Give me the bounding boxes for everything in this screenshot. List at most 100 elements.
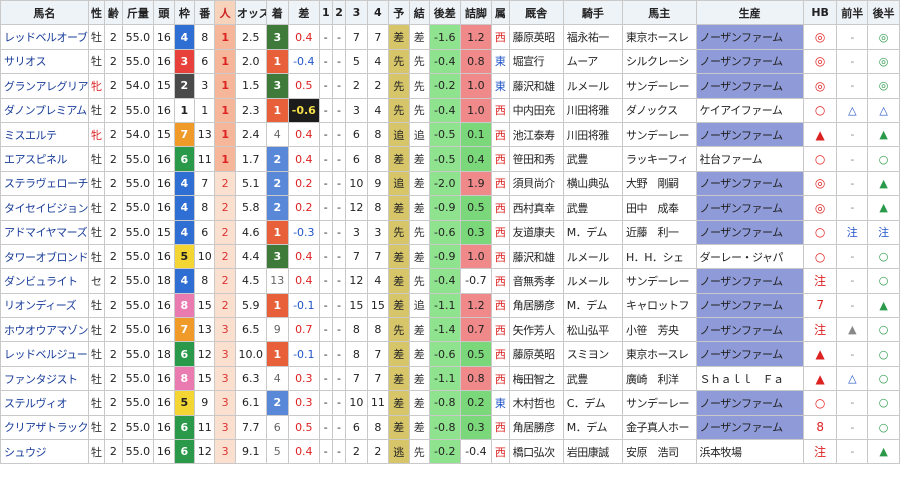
- header-field-size[interactable]: 頭: [153, 0, 175, 26]
- cell-pred-style: 差: [388, 24, 410, 50]
- header-breeder[interactable]: 生産: [695, 0, 804, 26]
- cell-pos3: 10: [345, 390, 368, 416]
- cell-horse-name[interactable]: リオンディーズ: [0, 292, 89, 319]
- header-jockey[interactable]: 騎手: [562, 0, 623, 26]
- header-horse-name[interactable]: 馬名: [0, 0, 89, 26]
- cell-first-half: -: [836, 439, 869, 465]
- cell-diff: -0.1: [288, 341, 320, 367]
- cell-odds: 2.0: [234, 48, 267, 75]
- cell-pos1: -: [318, 341, 333, 367]
- table-row[interactable]: ステラヴェローチェ牡255.0164725.120.2--109追差-2.01.…: [0, 170, 900, 197]
- cell-owner: ダノックス: [621, 97, 697, 123]
- cell-odds: 4.4: [234, 243, 267, 270]
- table-row[interactable]: タワーオブロンドン牡255.01651024.430.4--77差差-0.91.…: [0, 243, 900, 270]
- header-diff[interactable]: 差: [288, 0, 320, 26]
- cell-age: 2: [104, 48, 123, 75]
- header-pos3[interactable]: 3: [345, 0, 368, 26]
- header-finish[interactable]: 着: [265, 0, 290, 26]
- header-hb[interactable]: HB: [802, 0, 838, 26]
- cell-breeder: ノーザンファーム: [695, 73, 804, 99]
- header-pos2[interactable]: 2: [331, 0, 347, 26]
- header-result-style[interactable]: 結: [408, 0, 430, 26]
- table-row[interactable]: レッドベルジュール牡255.018612310.01-0.1--87差差-0.6…: [0, 341, 900, 367]
- cell-pos3: 8: [345, 341, 368, 367]
- table-row[interactable]: アドマイヤマーズ牡 2 55.0 15 4 6 2 4.6 1 -0.3- -3 3 先先 -0.6 0.3…: [0, 219, 900, 245]
- header-weight[interactable]: 斤量: [121, 0, 155, 26]
- table-row[interactable]: レッドベルオーブ牡 2 55.0 16 4 8 1 2.5 3 0.4- -7 7 差差 -1.6 1.2 西…: [0, 24, 900, 50]
- header-closing-speed[interactable]: 詰脚: [459, 0, 493, 26]
- table-row[interactable]: エアスピネル牡 2 55.0 16 6 11 1 1.7 2 0.4- -6 8 差差 -0.5 0.4 西笹…: [0, 146, 900, 172]
- cell-horse-name[interactable]: ダノンプレミアム: [0, 97, 89, 123]
- table-row[interactable]: ミスエルテ牝 2 54.0 15 7 13 1 2.4 4 0.4- -6 8 追追 -0.5 0.1 西池江…: [0, 121, 900, 148]
- cell-closing-speed: 0.5: [459, 341, 493, 367]
- cell-horse-name[interactable]: クリアザトラック: [0, 414, 89, 441]
- cell-breeder: ケイアイファーム: [695, 97, 804, 123]
- cell-horse-name[interactable]: ステラヴェローチェ: [0, 170, 89, 197]
- cell-diff: -0.6: [288, 97, 320, 123]
- cell-second-half: ○: [867, 268, 900, 294]
- header-waku[interactable]: 枠: [173, 0, 196, 26]
- cell-jockey: M．デム: [562, 219, 623, 245]
- cell-pos2: -: [331, 439, 347, 465]
- cell-horse-name[interactable]: エアスピネル: [0, 146, 89, 172]
- cell-horse-name[interactable]: ホウオウアマゾン: [0, 317, 89, 343]
- table-row[interactable]: タイセイビジョン牡 2 55.0 16 4 8 2 5.8 2 0.2- -12 8 差差 -0.9 0.5…: [0, 195, 900, 221]
- cell-horse-name[interactable]: ダンビュライト: [0, 268, 89, 294]
- header-odds[interactable]: オッズ: [234, 0, 267, 26]
- header-region[interactable]: 属: [491, 0, 510, 26]
- cell-horse-name[interactable]: レッドベルオーブ: [0, 24, 89, 50]
- header-number[interactable]: 番: [194, 0, 216, 26]
- table-row[interactable]: サリオス牡 2 55.0 16 3 6 1 2.0 1 -0.4- -5 4 先先 -0.4 0.8 東堀宣行…: [0, 48, 900, 75]
- header-pred-style[interactable]: 予: [388, 0, 410, 26]
- header-late-diff[interactable]: 後差: [428, 0, 461, 26]
- cell-stable: 矢作芳人: [508, 317, 564, 343]
- cell-age: 2: [104, 365, 123, 392]
- cell-horse-name[interactable]: サリオス: [0, 48, 89, 75]
- table-row[interactable]: シュウジ牡 2 55.0 16 6 12 3 9.1 5 0.4- -2 2 逃先 -0.2 -0.4 西橋口…: [0, 439, 900, 465]
- cell-result-style: 差: [408, 170, 430, 197]
- header-second-half[interactable]: 後半: [867, 0, 900, 26]
- cell-horse-name[interactable]: タイセイビジョン: [0, 195, 89, 221]
- cell-sex: 牝: [87, 121, 106, 148]
- cell-finish: 1: [265, 219, 290, 245]
- header-pos4[interactable]: 4: [366, 0, 390, 26]
- cell-closing-speed: -0.4: [459, 439, 493, 465]
- header-owner[interactable]: 馬主: [621, 0, 697, 26]
- table-row[interactable]: ダンビュライトセ 2 55.0 18 4 8 2 4.5 13 0.4- -12 4 差先 -0.4 -0.…: [0, 268, 900, 294]
- table-row[interactable]: グランアレグリア牝 2 54.0 15 2 3 1 1.5 3 0.5- -2 2 先先 -0.2 1.0 東…: [0, 73, 900, 99]
- cell-horse-name[interactable]: グランアレグリア: [0, 73, 89, 99]
- header-stable[interactable]: 厩舎: [508, 0, 564, 26]
- cell-pos1: -: [318, 365, 333, 392]
- cell-diff: 0.2: [288, 170, 320, 197]
- header-pos1[interactable]: 1: [318, 0, 333, 26]
- header-sex[interactable]: 性: [87, 0, 106, 26]
- cell-odds: 1.7: [234, 146, 267, 172]
- cell-horse-name[interactable]: ミスエルテ: [0, 121, 89, 148]
- header-first-half[interactable]: 前半: [836, 0, 869, 26]
- cell-hb: 8: [802, 414, 838, 441]
- table-row[interactable]: リオンディーズ牡 2 55.0 16 8 15 2 5.9 1 -0.1- -15 15 差追 -1.1 1…: [0, 292, 900, 319]
- cell-age: 2: [104, 414, 123, 441]
- table-row[interactable]: ファンタジスト牡 2 55.0 16 8 15 3 6.3 4 0.3- -7 7 差差 -1.1 0.8 西…: [0, 365, 900, 392]
- cell-field-size: 16: [153, 48, 175, 75]
- cell-hb: ○: [802, 146, 838, 172]
- cell-horse-name[interactable]: タワーオブロンドン: [0, 243, 89, 270]
- cell-diff: -0.1: [288, 292, 320, 319]
- cell-horse-name[interactable]: アドマイヤマーズ: [0, 219, 89, 245]
- cell-horse-name[interactable]: レッドベルジュール: [0, 341, 89, 367]
- cell-pos3: 15: [345, 292, 368, 319]
- cell-horse-name[interactable]: ステルヴィオ: [0, 390, 89, 416]
- header-popularity[interactable]: 人: [214, 0, 236, 26]
- header-age[interactable]: 齢: [104, 0, 123, 26]
- table-row[interactable]: ダノンプレミアム牡 2 55.0 16 1 1 1 2.3 1 -0.6- -3 4 先先 -0.4 1.0…: [0, 97, 900, 123]
- race-table: 馬名性齢斤量頭枠番人オッズ着差1234予結後差詰脚属厩舎騎手馬主生産HB前半後半…: [0, 0, 900, 465]
- table-row[interactable]: ステルヴィオ牡 2 55.0 16 5 9 3 6.1 2 0.3- -10 11 差差 -0.8 0.2 東…: [0, 390, 900, 416]
- table-row[interactable]: ホウオウアマゾン牡 2 55.0 16 7 13 3 6.5 9 0.7- -8 8 先差 -1.4 0.7…: [0, 317, 900, 343]
- cell-pos2: -: [331, 48, 347, 75]
- table-row[interactable]: クリアザトラック牡 2 55.0 16 6 11 3 7.7 6 0.5- -6 8 差差 -0.8 0.3…: [0, 414, 900, 441]
- cell-sex: 牡: [87, 317, 106, 343]
- cell-number: 7: [194, 170, 216, 197]
- cell-horse-name[interactable]: ファンタジスト: [0, 365, 89, 392]
- cell-horse-name[interactable]: シュウジ: [0, 439, 89, 465]
- cell-popularity: 3: [214, 365, 236, 392]
